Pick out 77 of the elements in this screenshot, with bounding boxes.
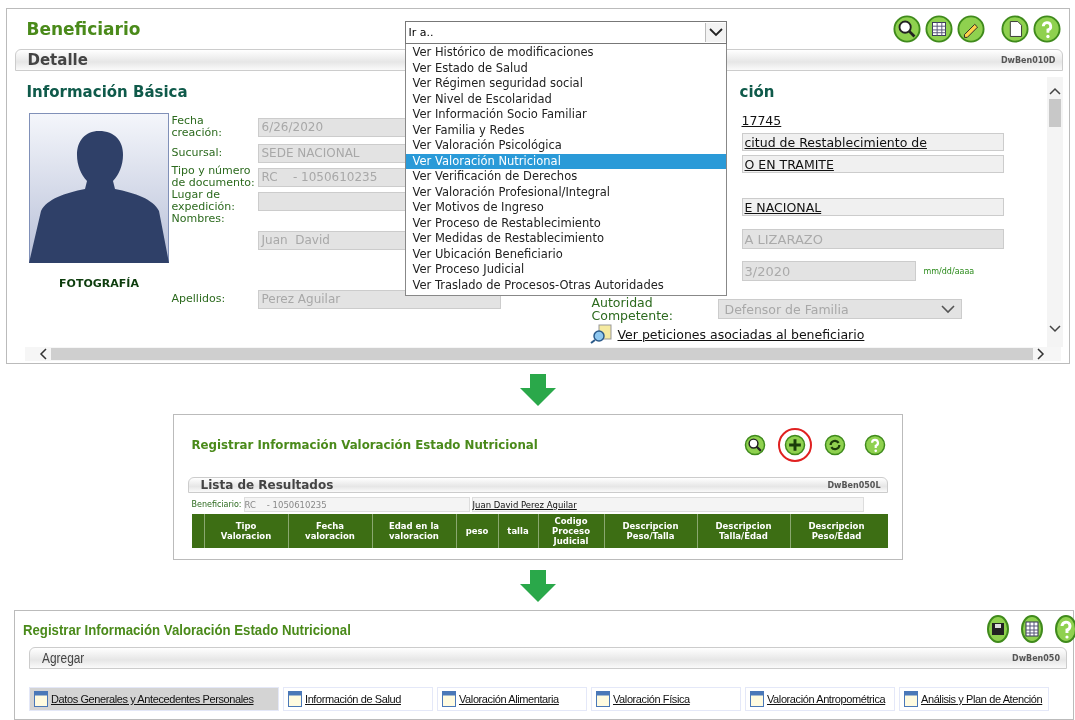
window-icon <box>442 691 456 707</box>
chevron-down-icon[interactable] <box>1048 325 1061 333</box>
chevron-down-icon <box>940 304 955 314</box>
goto-select[interactable]: Ir a.. <box>404 21 727 44</box>
table-icon[interactable] <box>1021 615 1043 643</box>
section-title: Lista de Resultados <box>200 478 334 492</box>
field-label: Autoridad Competente: <box>591 296 674 322</box>
section-heading: ción <box>739 83 775 101</box>
screen-code: DwBen050 <box>1012 653 1060 663</box>
text-field[interactable]: E NACIONAL <box>741 198 1004 216</box>
vertical-scrollbar[interactable] <box>1046 77 1063 347</box>
window-icon <box>34 691 48 707</box>
save-icon[interactable] <box>987 615 1009 643</box>
table-icon[interactable] <box>924 15 953 43</box>
field-label: Beneficiario: <box>191 500 242 509</box>
dropdown-option[interactable]: Ver Nivel de Escolaridad <box>405 91 726 107</box>
window-icon <box>288 691 302 707</box>
text-field[interactable]: O EN TRAMITE <box>741 155 1004 173</box>
add-icon[interactable] <box>777 428 812 462</box>
tab[interactable]: Información de Salud <box>283 687 433 711</box>
column-header: Codigo Proceso Judicial <box>537 514 604 548</box>
dropdown-option[interactable]: Ver Proceso Judicial <box>405 262 726 278</box>
dropdown-option[interactable]: Ver Motivos de Ingreso <box>405 200 726 216</box>
name-field[interactable]: Juan David Perez Aguilar <box>471 497 864 512</box>
tab[interactable]: Valoración Antropométrica <box>745 687 895 711</box>
window-icon <box>596 691 610 707</box>
chevron-down-icon <box>708 28 723 37</box>
screen-title: Beneficiario <box>26 19 141 39</box>
chevron-left-icon[interactable] <box>38 348 47 360</box>
search-icon[interactable] <box>892 15 921 43</box>
section-title: Detalle <box>27 51 88 69</box>
help-icon[interactable] <box>1032 15 1061 43</box>
text-field[interactable]: citud de Restablecimiento de <box>741 133 1004 151</box>
screen-code: DwBen050L <box>827 480 881 490</box>
tab[interactable]: Valoración Alimentaria <box>437 687 587 711</box>
edit-icon[interactable] <box>956 15 985 43</box>
magnifier-icon <box>589 324 614 344</box>
screen-code: DwBen010D <box>1000 55 1056 65</box>
column-header: Descripcion Peso/Talla <box>603 514 697 548</box>
document-icon[interactable] <box>1000 15 1029 43</box>
dropdown-option[interactable]: Ver Estado de Salud <box>405 60 726 76</box>
screen-title: Registrar Información Valoración Estado Nutricional <box>23 620 351 638</box>
photo-caption: FOTOGRAFÍA <box>59 277 139 290</box>
scrollbar-thumb[interactable] <box>50 348 1033 360</box>
dropdown-option[interactable]: Ver Proceso de Restablecimiento <box>405 215 726 231</box>
chevron-up-icon[interactable] <box>1048 87 1061 95</box>
scrollbar-thumb[interactable] <box>1048 99 1061 127</box>
column-header: Edad en la valoracion <box>371 514 456 548</box>
dropdown-option[interactable]: Ver Histórico de modificaciones <box>405 45 726 61</box>
link[interactable]: 17745 <box>741 112 782 128</box>
field-label: Apellidos: <box>171 293 227 305</box>
screen-title: Registrar Información Valoración Estado Nutricional <box>191 438 538 452</box>
column-header: Tipo Valoracion <box>203 514 288 548</box>
field-label: Nombres: <box>171 213 226 225</box>
section-title: Agregar <box>42 650 85 666</box>
column-header: peso <box>455 514 498 548</box>
tab[interactable]: Valoración Física <box>591 687 741 711</box>
section-heading: Información Básica <box>26 83 188 101</box>
dropdown-option[interactable]: Ver Valoración Profesional/Integral <box>405 184 726 200</box>
field-label: Lugar de expedición: <box>171 189 236 213</box>
field-label: Fecha creación: <box>171 115 223 139</box>
column-header: Descripcion Talla/Edad <box>696 514 790 548</box>
column-header: Fecha valoracion <box>287 514 372 548</box>
requests-link[interactable]: Ver peticiones asociadas al beneficiario <box>617 326 865 342</box>
help-icon[interactable] <box>1055 615 1075 643</box>
tab[interactable]: Datos Generales y Antecedentes Personales <box>29 687 279 711</box>
horizontal-scrollbar[interactable] <box>24 347 1061 361</box>
date-format-hint: mm/dd/aaaa <box>923 266 975 276</box>
field-label: Tipo y número de documento: <box>171 165 256 189</box>
dropdown-option[interactable]: Ver Régimen seguridad social <box>405 76 726 92</box>
field-label: Sucursal: <box>171 147 224 159</box>
window-icon <box>750 691 764 707</box>
column-header: talla <box>497 514 538 548</box>
window-icon <box>904 691 918 707</box>
column-header: Descripcion Peso/Edad <box>789 514 883 548</box>
tab[interactable]: Análisis y Plan de Atención <box>899 687 1049 711</box>
chevron-right-icon[interactable] <box>1036 348 1045 360</box>
